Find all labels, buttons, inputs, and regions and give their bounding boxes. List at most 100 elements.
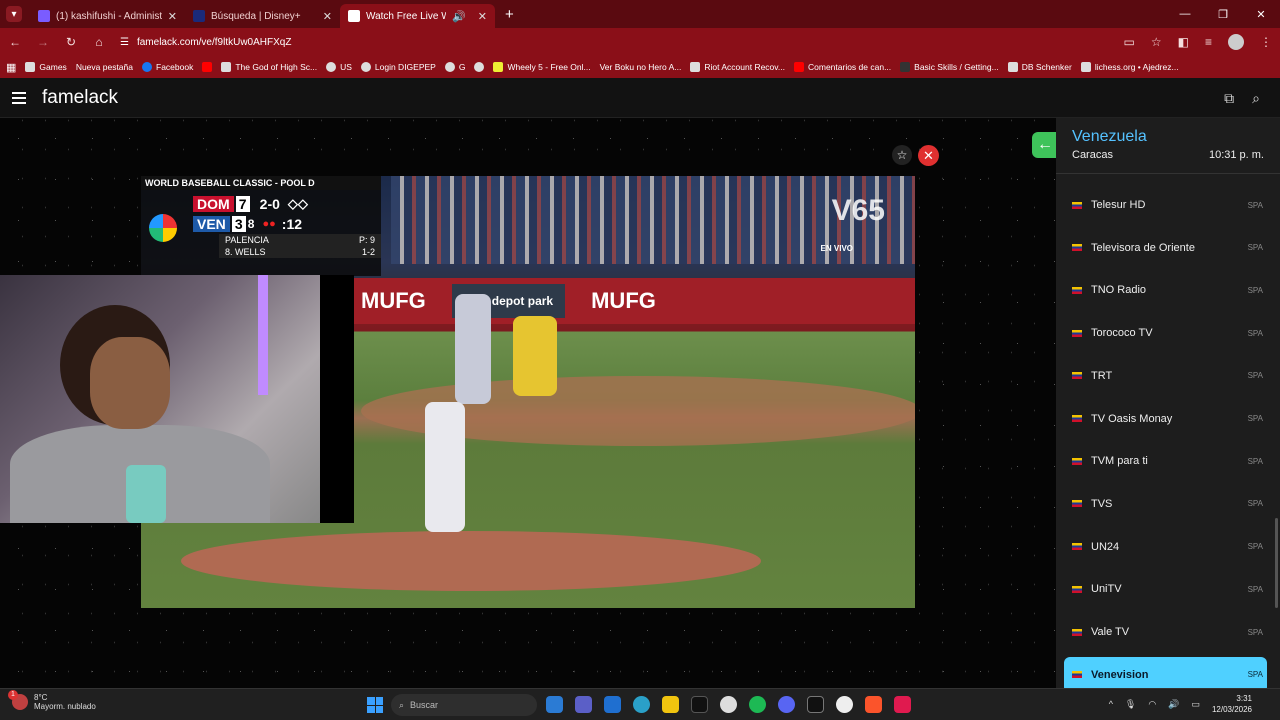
channel-item[interactable]: TNO Radio SPA: [1064, 272, 1267, 308]
chrome-icon[interactable]: [720, 696, 737, 713]
divider: [1056, 173, 1280, 174]
tab-kashifushi[interactable]: (1) kashifushi - Administrador d ✕: [30, 4, 185, 28]
channel-switch-icon[interactable]: ⧉: [1224, 90, 1234, 107]
channel-name: TRT: [1091, 369, 1113, 382]
channel-item[interactable]: Torococo TV SPA: [1064, 315, 1267, 351]
teams-icon[interactable]: [575, 696, 592, 713]
windows-taskbar: 1 8°C Mayorm. nublado ⌕ Buscar ^ 🎙 ◠ 🔊 ▭…: [0, 688, 1280, 720]
apps-grid-icon[interactable]: ▦: [6, 61, 16, 74]
chevron-up-icon[interactable]: ^: [1109, 699, 1113, 709]
minimize-icon[interactable]: —: [1166, 0, 1204, 28]
app-icon[interactable]: [807, 696, 824, 713]
site-brand[interactable]: famelack: [42, 87, 118, 109]
extensions-icon[interactable]: ◧: [1178, 35, 1189, 49]
favorite-star-button[interactable]: ☆: [892, 145, 912, 165]
battery-icon[interactable]: ▭: [1191, 699, 1200, 710]
file-explorer-icon[interactable]: [662, 696, 679, 713]
bookmark[interactable]: [202, 62, 213, 72]
url-field[interactable]: ☰ famelack.com/ve/f9ltkUw0AHFXqZ: [120, 37, 1110, 48]
scorebug-title: WORLD BASEBALL CLASSIC - POOL D: [141, 176, 381, 190]
task-view-icon[interactable]: [546, 696, 563, 713]
microphone-icon[interactable]: 🎙: [1125, 699, 1136, 710]
spotify-icon[interactable]: [749, 696, 766, 713]
maximize-icon[interactable]: ❐: [1204, 0, 1242, 28]
bookmark-star-icon[interactable]: ☆: [1151, 35, 1162, 49]
globe-icon: [326, 62, 337, 72]
new-tab-button[interactable]: +: [505, 6, 514, 23]
reading-list-icon[interactable]: ≡: [1205, 35, 1212, 49]
start-button-icon[interactable]: [367, 697, 383, 713]
scrollbar[interactable]: [1275, 518, 1278, 608]
channel-item[interactable]: UniTV SPA: [1064, 571, 1267, 607]
back-arrow-button[interactable]: ←: [1032, 132, 1058, 158]
player-area: ☆ ✕ ← MUFG loan depot park MUFG WORLD BA…: [0, 118, 1058, 688]
more-menu-icon[interactable]: ⋮: [1260, 35, 1272, 49]
tiktok-icon[interactable]: [691, 696, 708, 713]
bookmark[interactable]: Facebook: [142, 62, 193, 72]
discord-icon[interactable]: [778, 696, 795, 713]
channel-item[interactable]: TV Oasis Monay SPA: [1064, 401, 1267, 437]
batter-line: 8. WELLS 1-2: [219, 246, 381, 258]
channel-item[interactable]: Televisora de Oriente SPA: [1064, 230, 1267, 266]
search-icon[interactable]: ⌕: [1252, 90, 1260, 107]
bookmark[interactable]: Ver Boku no Hero A...: [600, 62, 682, 72]
team-score: 3: [231, 216, 246, 232]
bookmark[interactable]: Login DIGEPEP: [360, 62, 436, 72]
bookmark[interactable]: lichess.org • Ajedrez...: [1080, 62, 1179, 72]
venezuela-flag-icon: [1072, 329, 1082, 337]
bookmark[interactable]: Comentarios de can...: [794, 62, 891, 72]
channel-item[interactable]: TVM para ti SPA: [1064, 443, 1267, 479]
bookmark[interactable]: [474, 62, 485, 72]
channel-item[interactable]: UN24 SPA: [1064, 529, 1267, 565]
reload-icon[interactable]: ↻: [64, 35, 78, 49]
channel-item[interactable]: Vale TV SPA: [1064, 614, 1267, 650]
team-row-ven: VEN 3 8 ●● :12: [193, 214, 381, 234]
channel-item[interactable]: Venevision SPA: [1064, 656, 1267, 688]
bookmark[interactable]: Nueva pestaña: [76, 62, 133, 72]
bookmark[interactable]: US: [326, 62, 352, 72]
bookmark[interactable]: Wheely 5 - Free Onl...: [493, 62, 591, 72]
close-tab-icon[interactable]: ✕: [168, 10, 177, 23]
riot-icon: [690, 62, 701, 72]
channel-sidebar: Venezuela Caracas 10:31 p. m. Telesur HD…: [1056, 118, 1280, 688]
app-icon[interactable]: [836, 696, 853, 713]
close-tab-icon[interactable]: ✕: [323, 10, 332, 23]
bookmark[interactable]: Riot Account Recov...: [690, 62, 785, 72]
channel-item[interactable]: Telesur HD SPA: [1064, 187, 1267, 223]
forward-arrow-icon[interactable]: →: [36, 35, 50, 49]
cast-icon[interactable]: ▭: [1124, 35, 1135, 49]
tiktok-icon[interactable]: [894, 696, 911, 713]
team-row-dom: DOM 7 2-0 ◇◇: [193, 194, 381, 214]
neon-light: [258, 275, 268, 395]
back-arrow-icon[interactable]: ←: [8, 35, 22, 49]
wifi-icon[interactable]: ◠: [1148, 699, 1156, 710]
tab-search-menu-icon[interactable]: ▾: [6, 6, 22, 22]
brave-icon[interactable]: [865, 696, 882, 713]
volume-icon[interactable]: 🔊: [1168, 699, 1179, 710]
profile-avatar[interactable]: [1228, 34, 1244, 50]
speaker-icon[interactable]: 🔊: [452, 10, 466, 23]
home-icon[interactable]: ⌂: [92, 35, 106, 49]
taskbar-search[interactable]: ⌕ Buscar: [391, 694, 537, 716]
channel-item[interactable]: TRT SPA: [1064, 358, 1267, 394]
clock[interactable]: 3:31 12/03/2026: [1212, 693, 1252, 715]
close-player-button[interactable]: ✕: [918, 145, 939, 166]
hamburger-menu-icon[interactable]: [12, 91, 26, 104]
close-tab-icon[interactable]: ✕: [478, 10, 487, 23]
weather-widget[interactable]: 1 8°C Mayorm. nublado: [8, 690, 96, 711]
bookmark[interactable]: Games: [25, 62, 67, 72]
channel-item[interactable]: TVS SPA: [1064, 486, 1267, 522]
edge-icon[interactable]: [633, 696, 650, 713]
bookmark[interactable]: DB Schenker: [1007, 62, 1072, 72]
tab-disney[interactable]: Búsqueda | Disney+ ✕: [185, 4, 340, 28]
notification-badge: 1: [8, 690, 18, 700]
site-info-icon[interactable]: ☰: [120, 37, 129, 48]
close-window-icon[interactable]: ✕: [1242, 0, 1280, 28]
bookmark[interactable]: Basic Skills / Getting...: [900, 62, 999, 72]
bookmarks-bar: ▦ Games Nueva pestaña Facebook The God o…: [0, 56, 1280, 78]
outlook-icon[interactable]: [604, 696, 621, 713]
wbc-logo-icon: [149, 214, 177, 242]
bookmark[interactable]: The God of High Sc...: [221, 62, 317, 72]
bookmark[interactable]: G: [444, 62, 465, 72]
tab-famelack[interactable]: Watch Free Live World TV | 🔊 ✕: [340, 4, 495, 28]
